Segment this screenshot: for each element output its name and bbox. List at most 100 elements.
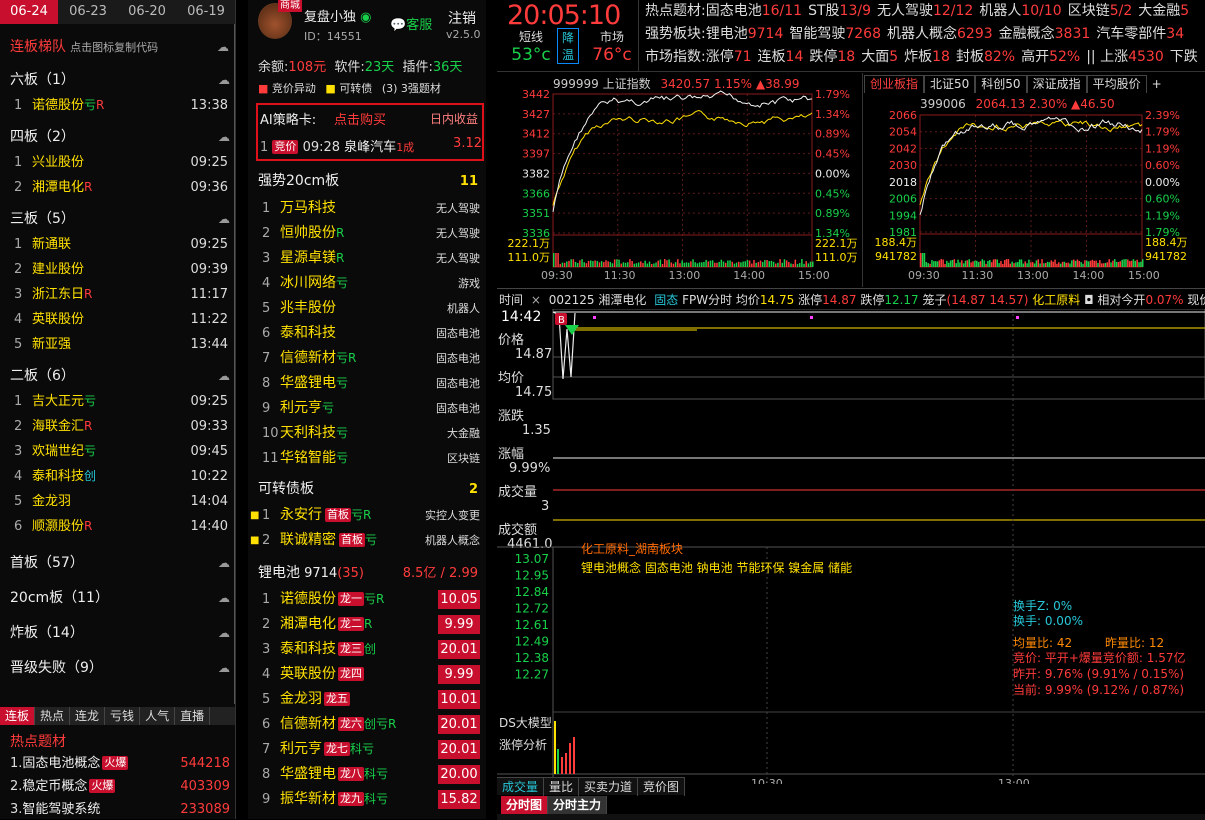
ticker-item[interactable]: 金融概念3831 bbox=[999, 26, 1091, 42]
lithium-stock-row[interactable]: 5 金龙羽 龙五 10.01 bbox=[248, 687, 486, 712]
ladder-group-collapsed[interactable]: 首板（57） ☁ bbox=[0, 546, 235, 581]
strong-stock-row[interactable]: 4 冰川网络亏 游戏 bbox=[248, 271, 486, 296]
logout-button[interactable]: 注销 bbox=[448, 8, 476, 28]
lithium-stock-row[interactable]: 1 诺德股份 龙一 亏R 10.05 bbox=[248, 587, 486, 612]
ds-model-label[interactable]: DS大模型 bbox=[499, 714, 552, 731]
ticker-item[interactable]: 炸板18 bbox=[904, 49, 950, 65]
left-scrollbar[interactable] bbox=[234, 24, 235, 704]
lithium-stock-row[interactable]: 6 信德新材 龙六 创亏R 20.01 bbox=[248, 712, 486, 737]
ticker-item[interactable]: 固态电池16/11 bbox=[706, 3, 802, 19]
ladder-group-header[interactable]: 六板（1） ☁ bbox=[0, 68, 235, 93]
indicator-tab[interactable]: 成交量 bbox=[497, 778, 545, 796]
date-tab-0624[interactable]: 06-24 bbox=[0, 0, 58, 24]
ladder-stock-row[interactable]: 3 欢瑞世纪亏 09:45 bbox=[0, 439, 235, 464]
ladder-stock-row[interactable]: 5 新亚强 13:44 bbox=[0, 332, 235, 357]
date-tab-0623[interactable]: 06-23 bbox=[59, 0, 117, 24]
bottom-tab-kuiqian[interactable]: 亏钱 bbox=[105, 707, 141, 725]
ladder-stock-row[interactable]: 4 英联股份 11:22 bbox=[0, 307, 235, 332]
hot-topic-row[interactable]: 1.固态电池概念 火爆 544218 bbox=[0, 752, 235, 775]
ladder-stock-row[interactable]: 1 兴业股份 09:25 bbox=[0, 150, 235, 175]
ladder-group-header[interactable]: 二板（6） ☁ bbox=[0, 364, 235, 389]
service-button[interactable]: 💬客服 bbox=[390, 14, 432, 33]
strong-stock-row[interactable]: 10天利科技亏 大金融 bbox=[248, 421, 486, 446]
camera-icon[interactable]: ◘ bbox=[1084, 293, 1094, 307]
ladder-stock-row[interactable]: 2 海联金汇R 09:33 bbox=[0, 414, 235, 439]
ladder-stock-row[interactable]: 2 建业股份 09:39 bbox=[0, 257, 235, 282]
bottom-tab-lianlong[interactable]: 连龙 bbox=[70, 707, 106, 725]
strong-stock-row[interactable]: 8 华盛锂电亏 固态电池 bbox=[248, 371, 486, 396]
cloud-icon[interactable]: ☁ bbox=[218, 125, 230, 150]
cloud-icon[interactable]: ☁ bbox=[218, 616, 230, 651]
ladder-stock-row[interactable]: 1 吉大正元亏 09:25 bbox=[0, 389, 235, 414]
cloud-icon[interactable]: ☁ bbox=[218, 68, 230, 93]
ticker-item[interactable]: 锂电池9714 bbox=[706, 26, 784, 42]
ladder-stock-row[interactable]: 4 泰和科技创 10:22 bbox=[0, 464, 235, 489]
lithium-stock-row[interactable]: 7 利元亨 龙七 科亏 20.01 bbox=[248, 737, 486, 762]
ticker-item[interactable]: 高开52% bbox=[1021, 49, 1080, 65]
lithium-stock-row[interactable]: 4 英联股份 龙四 9.99 bbox=[248, 662, 486, 687]
strong-stock-row[interactable]: 5 兆丰股份 机器人 bbox=[248, 296, 486, 321]
cy-index-chart[interactable]: 206620542042203020182006199419812.39%1.7… bbox=[864, 73, 1205, 287]
ladder-stock-row[interactable]: 3 浙江东日R 11:17 bbox=[0, 282, 235, 307]
lithium-stock-row[interactable]: 2 湘潭电化 龙二 R 9.99 bbox=[248, 612, 486, 637]
bottom-tab-redian[interactable]: 热点 bbox=[35, 707, 71, 725]
hot-topic-row[interactable]: 2.稳定币概念 火爆 403309 bbox=[0, 775, 235, 798]
bond-stock-row[interactable]: ■ 1 永安行 首板 亏R 实控人变更 bbox=[248, 503, 486, 528]
ladder-group-collapsed[interactable]: 炸板（14） ☁ bbox=[0, 616, 235, 651]
cloud-icon[interactable]: ☁ bbox=[218, 546, 230, 581]
strong-stock-row[interactable]: 9 利元亨亏 固态电池 bbox=[248, 396, 486, 421]
cloud-icon[interactable]: ☁ bbox=[218, 651, 230, 686]
ladder-group-header[interactable]: 三板（5） ☁ bbox=[0, 207, 235, 232]
bottom-tab-lianban[interactable]: 连板 bbox=[0, 707, 36, 725]
ai-card-buy[interactable]: 点击购买 bbox=[334, 109, 386, 128]
date-tab-0620[interactable]: 06-20 bbox=[118, 0, 176, 24]
close-icon[interactable]: × bbox=[531, 293, 541, 307]
sh-index-chart[interactable]: 344234273412339733823366335133361.79%1.3… bbox=[497, 73, 863, 287]
ticker-item[interactable]: 大面5 bbox=[861, 49, 898, 65]
strong-stock-row[interactable]: 3 星源卓镁R 无人驾驶 bbox=[248, 246, 486, 271]
strong-stock-row[interactable]: 7 信德新材亏R 固态电池 bbox=[248, 346, 486, 371]
ticker-item[interactable]: ST股13/9 bbox=[808, 3, 871, 19]
ticker-item[interactable]: 机器人10/10 bbox=[979, 3, 1061, 19]
ladder-stock-row[interactable]: 1 新通联 09:25 bbox=[0, 232, 235, 257]
ticker-item[interactable]: 无人驾驶12/12 bbox=[877, 3, 973, 19]
ticker-item[interactable]: 机器人概念6293 bbox=[887, 26, 993, 42]
lithium-stock-row[interactable]: 8 华盛锂电 龙八 科亏 20.00 bbox=[248, 762, 486, 787]
indicator-tab[interactable]: 量比 bbox=[544, 778, 580, 796]
date-tab-0619[interactable]: 06-19 bbox=[177, 0, 235, 24]
bond-stock-row[interactable]: ■ 2 联诚精密 首板亏机器人概念 bbox=[248, 528, 486, 553]
ticker-item[interactable]: 跌停18 bbox=[809, 49, 855, 65]
ticker-item[interactable]: 下跌 bbox=[1170, 49, 1198, 65]
strong-stock-row[interactable]: 2 恒帅股份R 无人驾驶 bbox=[248, 221, 486, 246]
chart-mode-tab[interactable]: 分时主力 bbox=[548, 796, 608, 814]
lithium-stock-row[interactable]: 3 泰和科技 龙三创 20.01 bbox=[248, 637, 486, 662]
ladder-stock-row[interactable]: 1 诺德股份亏R 13:38 bbox=[0, 93, 235, 118]
opt-auction-check[interactable]: ■ 竞价异动 bbox=[258, 82, 316, 95]
opt-bond-check[interactable]: ■ 可转债 bbox=[325, 82, 372, 95]
ticker-item[interactable]: || 上涨4530 bbox=[1086, 49, 1164, 65]
ticker-item[interactable]: 大金融5 bbox=[1138, 3, 1189, 19]
ticker-item[interactable]: 连板14 bbox=[758, 49, 804, 65]
opt-top3-check[interactable]: (3) 3强题材 bbox=[382, 82, 441, 95]
ai-card-row[interactable]: 1 竞价 09:28 泉峰汽车1成 3.12 bbox=[260, 136, 482, 155]
limit-analysis-label[interactable]: 涨停分析 bbox=[499, 736, 547, 753]
lithium-stock-row[interactable]: 9 振华新材 龙九 科亏 15.82 bbox=[248, 787, 486, 812]
ticker-item[interactable]: 区块链5/2 bbox=[1068, 3, 1133, 19]
ladder-group-header[interactable]: 四板（2） ☁ bbox=[0, 125, 235, 150]
ladder-group-collapsed[interactable]: 晋级失败（9） ☁ bbox=[0, 651, 235, 686]
bottom-tab-zhibo[interactable]: 直播 bbox=[175, 707, 211, 725]
strong-stock-row[interactable]: 11华铭智能亏 区块链 bbox=[248, 446, 486, 471]
ticker-item[interactable]: 封板82% bbox=[956, 49, 1015, 65]
mall-badge[interactable]: 商城 bbox=[278, 0, 302, 12]
cloud-icon[interactable]: ☁ bbox=[217, 35, 229, 59]
hot-topic-row[interactable]: 3.智能驾驶系统 233089 bbox=[0, 798, 235, 819]
ticker-item[interactable]: 涨停71 bbox=[706, 49, 752, 65]
strong-stock-row[interactable]: 6 泰和科技 固态电池 bbox=[248, 321, 486, 346]
ticker-item[interactable]: 汽车零部件34 bbox=[1096, 26, 1184, 42]
ladder-stock-row[interactable]: 6 顺灏股份R 14:40 bbox=[0, 514, 235, 539]
indicator-tab[interactable]: 竞价图 bbox=[638, 778, 686, 796]
ticker-item[interactable]: 智能驾驶7268 bbox=[789, 26, 881, 42]
ladder-group-collapsed[interactable]: 20cm板（11） ☁ bbox=[0, 581, 235, 616]
strong-stock-row[interactable]: 1 万马科技 无人驾驶 bbox=[248, 196, 486, 221]
cloud-icon[interactable]: ☁ bbox=[218, 581, 230, 616]
